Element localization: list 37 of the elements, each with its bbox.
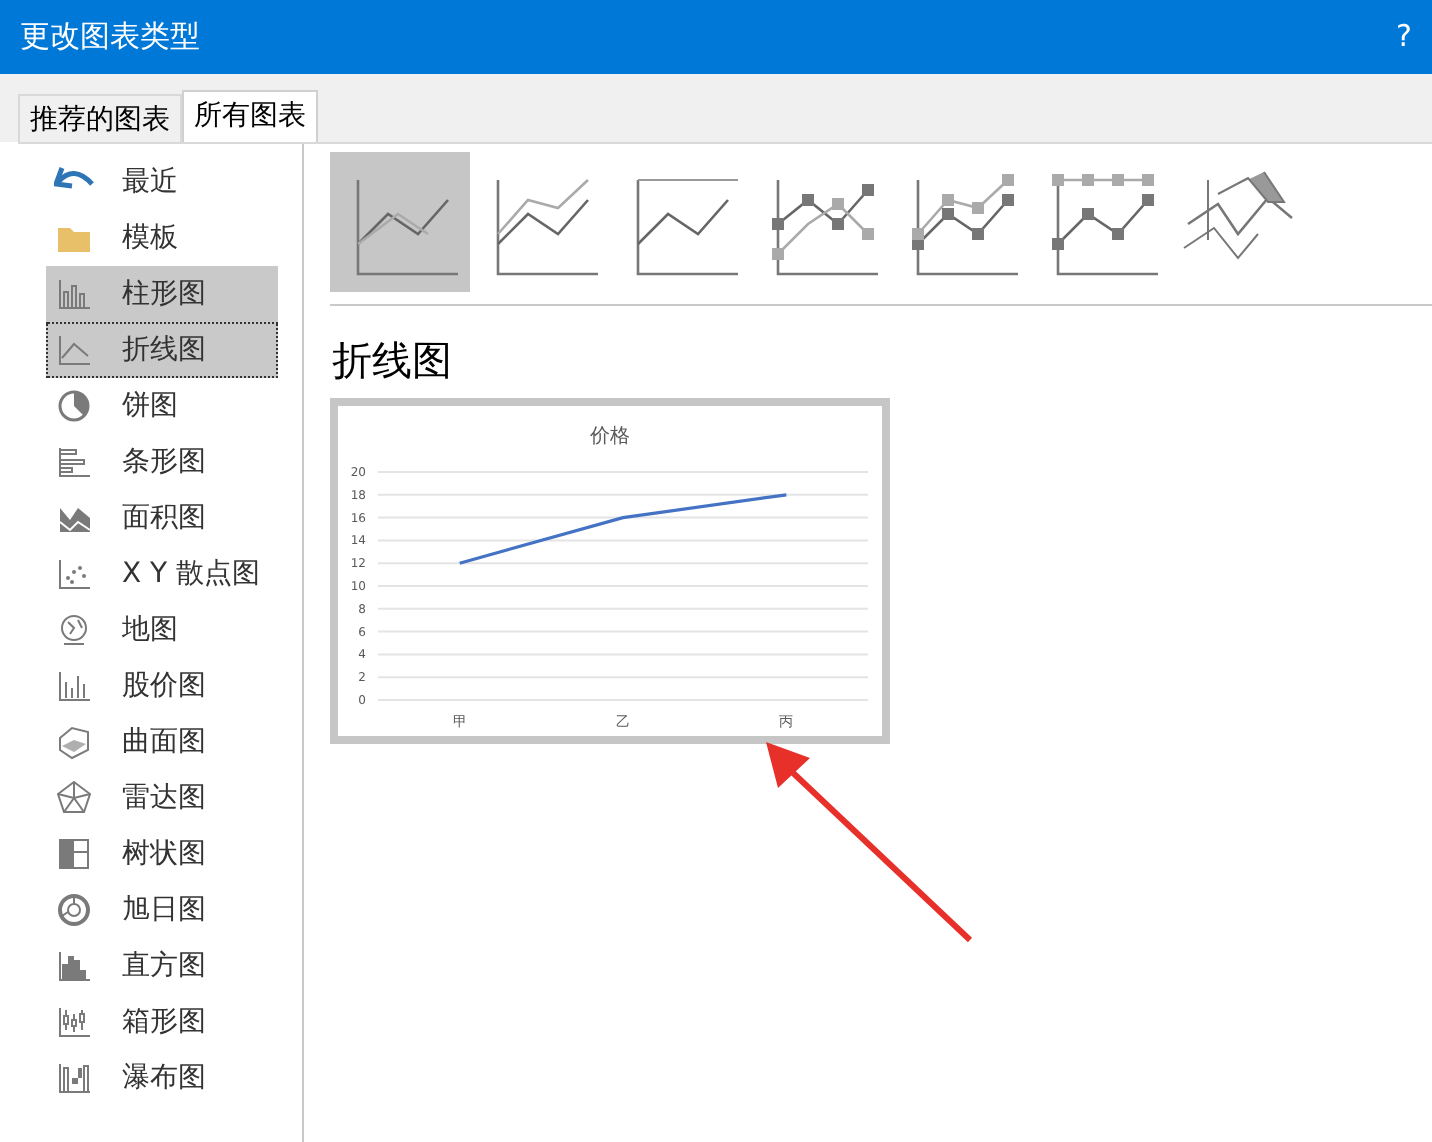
help-button[interactable]: ?: [1396, 14, 1412, 60]
bar-chart-icon: [54, 442, 94, 482]
radar-chart-icon: [54, 778, 94, 818]
section-heading: 折线图: [332, 334, 454, 388]
line-chart-icon: [54, 330, 94, 370]
sunburst-icon: [54, 890, 94, 930]
waterfall-chart-icon: [54, 1058, 94, 1098]
chart-subtype-button[interactable]: [330, 152, 470, 292]
histogram-icon: [54, 946, 94, 986]
scatter-chart-icon: [54, 554, 94, 594]
tab[interactable]: 推荐的图表: [18, 94, 182, 142]
column-chart-icon: [54, 274, 94, 314]
sidebar-item[interactable]: 柱形图: [46, 266, 278, 322]
sidebar-item[interactable]: 股价图: [46, 658, 278, 714]
surface-chart-icon: [54, 722, 94, 762]
tab[interactable]: 所有图表: [182, 90, 318, 142]
stock-chart-icon: [54, 666, 94, 706]
pie-chart-icon: [54, 386, 94, 426]
sidebar-item[interactable]: 瀑布图: [46, 1050, 278, 1106]
sidebar-item[interactable]: 直方图: [46, 938, 278, 994]
sidebar-item[interactable]: X Y 散点图: [46, 546, 278, 602]
sidebar-item[interactable]: 曲面图: [46, 714, 278, 770]
sidebar-item[interactable]: 旭日图: [46, 882, 278, 938]
sidebar-item[interactable]: 箱形图: [46, 994, 278, 1050]
treemap-icon: [54, 834, 94, 874]
sidebar-item[interactable]: 地图: [46, 602, 278, 658]
window-title: 更改图表类型: [20, 16, 200, 59]
sidebar-item[interactable]: 条形图: [46, 434, 278, 490]
sidebar-item[interactable]: 树状图: [46, 826, 278, 882]
sidebar-item[interactable]: 模板: [46, 210, 278, 266]
sidebar-item[interactable]: 饼图: [46, 378, 278, 434]
sidebar-item[interactable]: 最近: [46, 154, 278, 210]
sidebar-item[interactable]: 面积图: [46, 490, 278, 546]
sidebar-item[interactable]: 雷达图: [46, 770, 278, 826]
box-plot-icon: [54, 1002, 94, 1042]
sidebar-item[interactable]: 折线图: [46, 322, 278, 378]
chart-title: 价格: [590, 426, 630, 448]
